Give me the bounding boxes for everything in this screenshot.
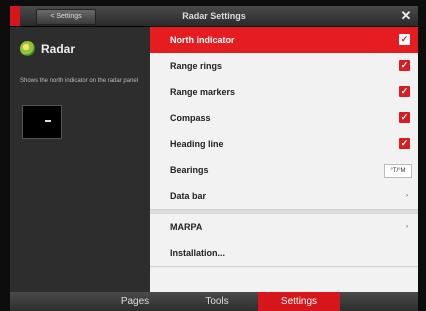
settings-list: North indicator ✓ Range rings ✓ Range ma… [150,27,418,292]
chevron-right-icon: › [406,224,408,230]
row-bearings[interactable]: Bearings °T/°M [150,157,418,184]
back-settings-button[interactable]: < Settings [36,9,96,25]
checkbox-compass[interactable]: ✓ [399,112,410,123]
panel-header: Radar [20,41,75,56]
bottom-tab-bar: Pages Tools Settings [10,292,418,311]
row-label: Installation... [170,248,226,258]
row-data-bar[interactable]: Data bar › [150,183,418,210]
row-north-indicator[interactable]: North indicator ✓ [150,27,418,54]
row-label: MARPA [170,222,203,232]
row-compass[interactable]: Compass ✓ [150,105,418,132]
row-label: Heading line [170,139,224,149]
row-range-rings[interactable]: Range rings ✓ [150,53,418,80]
row-label: Range rings [170,61,223,71]
row-range-markers[interactable]: Range markers ✓ [150,79,418,106]
tab-settings[interactable]: Settings [258,292,340,311]
row-label: Data bar [170,191,207,201]
preview-tick [45,120,51,122]
row-label: North indicator [170,35,235,45]
tab-pages[interactable]: Pages [94,292,176,311]
close-icon[interactable]: ✕ [398,8,414,24]
title-bar: Radar Settings < Settings ✕ [10,6,418,27]
panel-title: Radar [41,41,76,56]
checkbox-north-indicator[interactable]: ✓ [399,34,410,45]
checkbox-range-markers[interactable]: ✓ [399,86,410,97]
row-label: Bearings [170,165,209,175]
row-label: Compass [170,113,211,123]
chevron-right-icon: › [406,193,408,199]
row-installation[interactable]: Installation... [150,240,418,267]
checkbox-heading-line[interactable]: ✓ [399,138,410,149]
bearings-spinner[interactable]: °T/°M [384,164,412,178]
checkbox-range-rings[interactable]: ✓ [399,60,410,71]
north-indicator-preview [22,105,62,139]
row-marpa[interactable]: MARPA › [150,214,418,241]
tab-tools[interactable]: Tools [176,292,258,311]
row-heading-line[interactable]: Heading line ✓ [150,131,418,158]
radar-icon [20,41,35,56]
panel-description: Shows the north indicator on the radar p… [20,78,139,84]
info-panel: Radar Shows the north indicator on the r… [10,27,150,292]
row-label: Range markers [170,87,236,97]
